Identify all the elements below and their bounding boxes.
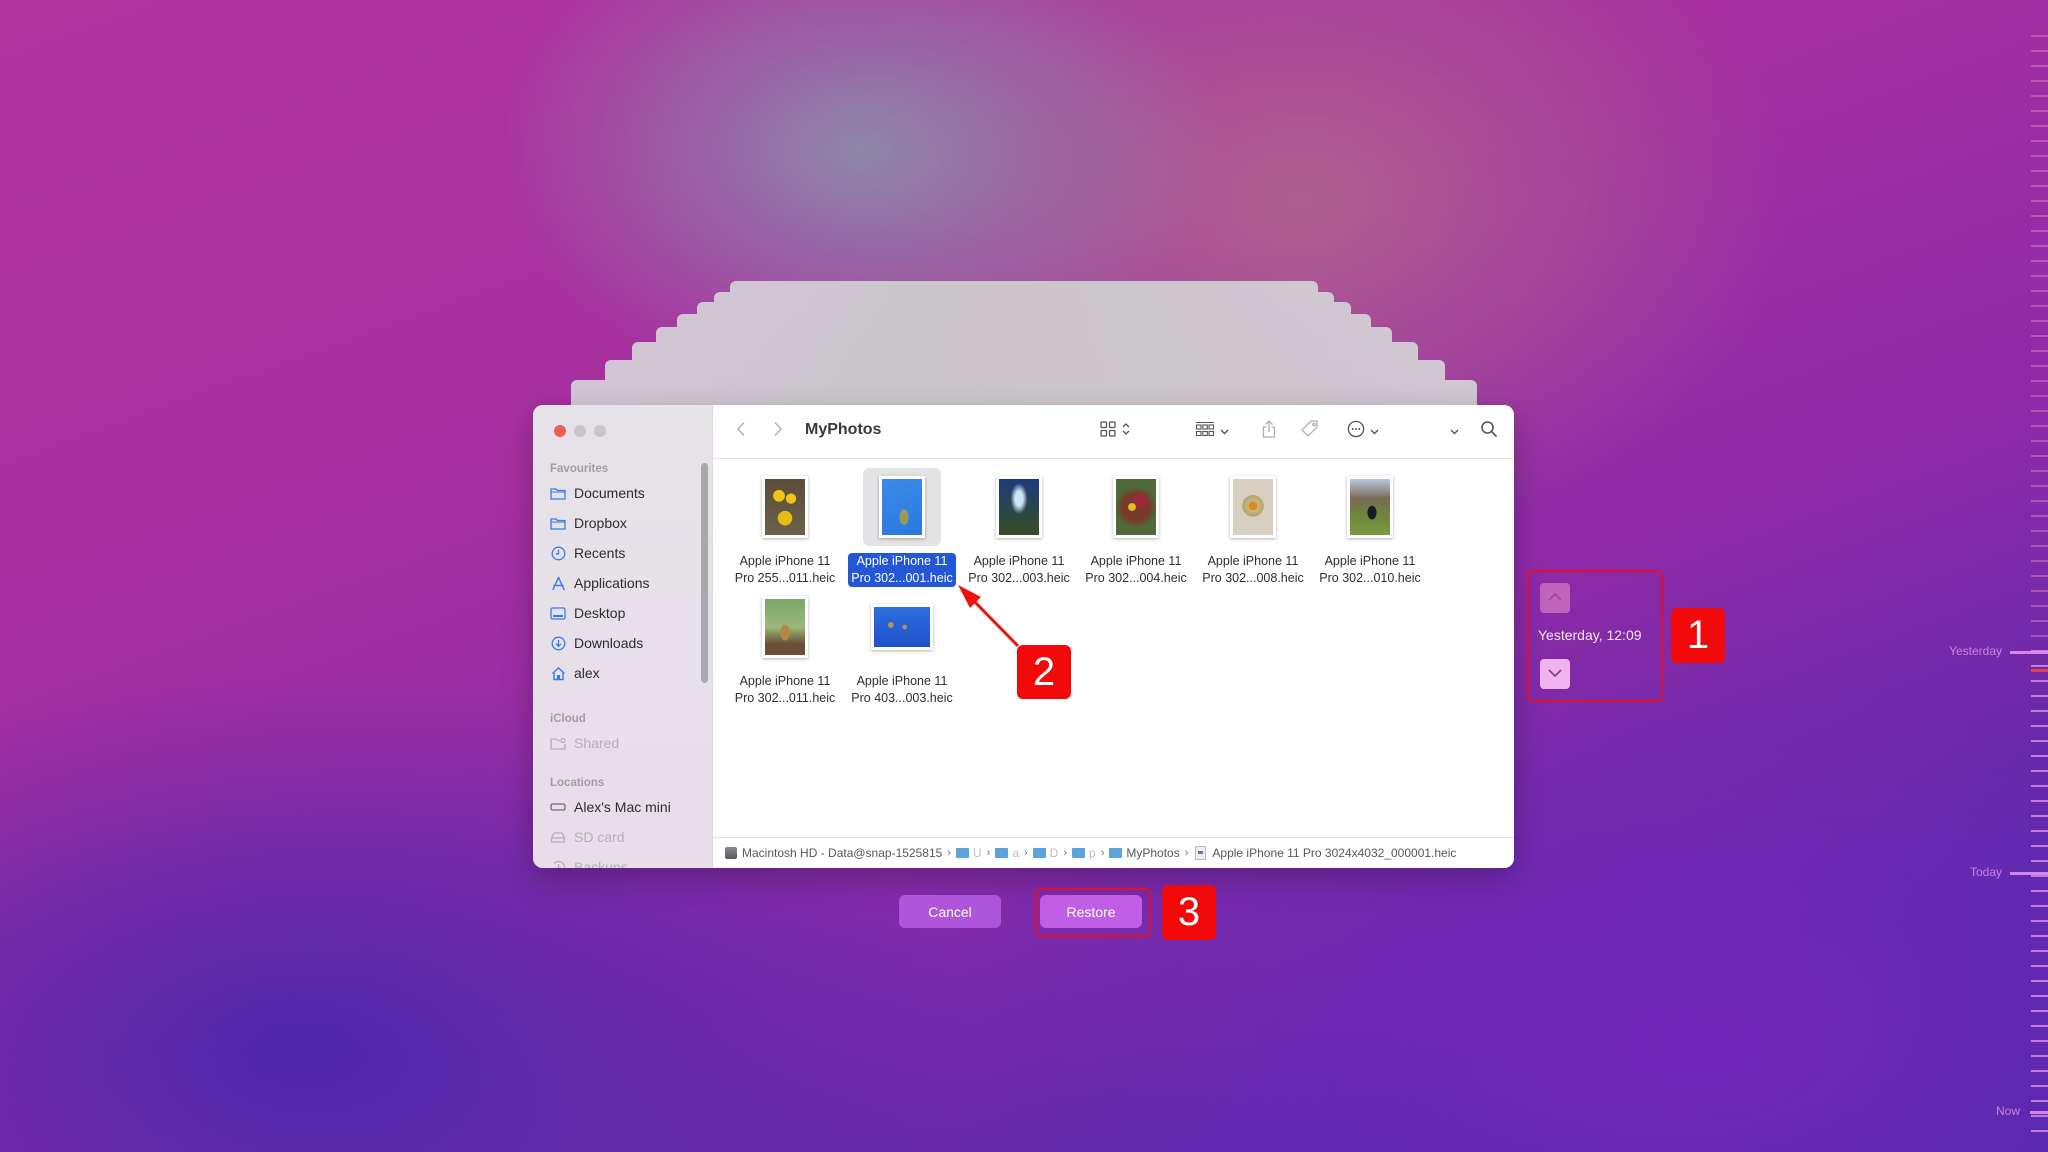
timeline[interactable]: Yesterday Today Now (1880, 0, 2048, 1152)
annotation-badge-1: 1 (1671, 608, 1725, 663)
timeline-tick[interactable] (2031, 710, 2048, 712)
snapshot-navigator: Yesterday, 12:09 (1528, 571, 1660, 699)
timeline-tick[interactable] (2031, 65, 2048, 67)
next-snapshot-button[interactable] (1540, 659, 1570, 689)
timeline-tick[interactable] (2031, 830, 2048, 832)
timeline-tick[interactable] (2031, 365, 2048, 367)
timeline-tick[interactable] (2031, 1100, 2048, 1102)
timeline-major-tick[interactable] (2010, 872, 2048, 875)
timeline-tick[interactable] (2031, 995, 2048, 997)
timeline-tick[interactable] (2031, 755, 2048, 757)
timeline-tick[interactable] (2031, 95, 2048, 97)
timeline-label-today[interactable]: Today (1970, 865, 2002, 879)
timeline-tick[interactable] (2031, 875, 2048, 877)
timeline-tick[interactable] (2031, 485, 2048, 487)
timeline-tick[interactable] (2031, 905, 2048, 907)
timeline-tick[interactable] (2031, 800, 2048, 802)
timeline-tick[interactable] (2031, 1115, 2048, 1117)
cancel-button[interactable]: Cancel (899, 895, 1001, 928)
timeline-tick[interactable] (2031, 785, 2048, 787)
timeline-major-tick[interactable] (2030, 1111, 2048, 1114)
timeline-tick[interactable] (2031, 1070, 2048, 1072)
restore-button[interactable]: Restore (1040, 895, 1142, 928)
timeline-tick[interactable] (2031, 230, 2048, 232)
timeline-tick[interactable] (2031, 125, 2048, 127)
timeline-tick[interactable] (2031, 500, 2048, 502)
timeline-label-now[interactable]: Now (1996, 1104, 2020, 1118)
timeline-tick[interactable] (2031, 545, 2048, 547)
timeline-tick[interactable] (2031, 395, 2048, 397)
timeline-tick[interactable] (2031, 410, 2048, 412)
timeline-tick[interactable] (2031, 140, 2048, 142)
timeline-tick[interactable] (2031, 635, 2048, 637)
timeline-tick[interactable] (2031, 110, 2048, 112)
chevron-up-icon (1547, 589, 1563, 607)
timeline-tick[interactable] (2031, 335, 2048, 337)
timeline-tick[interactable] (2031, 530, 2048, 532)
timeline-tick[interactable] (2031, 170, 2048, 172)
timeline-tick[interactable] (2031, 425, 2048, 427)
annotation-badge-2: 2 (1017, 645, 1071, 699)
timeline-tick[interactable] (2031, 1055, 2048, 1057)
timeline-tick[interactable] (2031, 305, 2048, 307)
timeline-tick[interactable] (2031, 695, 2048, 697)
timeline-tick[interactable] (2031, 605, 2048, 607)
timeline-tick[interactable] (2031, 890, 2048, 892)
timeline-tick[interactable] (2031, 275, 2048, 277)
timeline-tick[interactable] (2031, 290, 2048, 292)
timeline-tick[interactable] (2031, 35, 2048, 37)
timeline-tick[interactable] (2031, 320, 2048, 322)
timeline-tick[interactable] (2031, 80, 2048, 82)
timeline-tick[interactable] (2031, 1010, 2048, 1012)
annotation-arrow (958, 585, 1020, 648)
timeline-tick[interactable] (2031, 590, 2048, 592)
timeline-tick[interactable] (2031, 770, 2048, 772)
timeline-tick[interactable] (2031, 155, 2048, 157)
timeline-tick[interactable] (2031, 1025, 2048, 1027)
timeline-tick[interactable] (2031, 725, 2048, 727)
timeline-tick[interactable] (2031, 665, 2048, 667)
timeline-tick[interactable] (2031, 950, 2048, 952)
timeline-current-marker[interactable] (2031, 669, 2048, 672)
timeline-tick[interactable] (2031, 200, 2048, 202)
snapshot-date-label: Yesterday, 12:09 (1538, 627, 1642, 643)
timeline-tick[interactable] (2031, 1130, 2048, 1132)
timeline-tick[interactable] (2031, 620, 2048, 622)
timeline-tick[interactable] (2031, 440, 2048, 442)
timeline-tick[interactable] (2031, 845, 2048, 847)
timeline-tick[interactable] (2031, 1040, 2048, 1042)
timeline-tick[interactable] (2031, 1085, 2048, 1087)
timeline-tick[interactable] (2031, 860, 2048, 862)
timeline-major-tick[interactable] (2010, 651, 2048, 654)
timeline-tick[interactable] (2031, 380, 2048, 382)
timeline-tick[interactable] (2031, 515, 2048, 517)
timeline-tick[interactable] (2031, 560, 2048, 562)
timeline-tick[interactable] (2031, 680, 2048, 682)
annotation-badge-3: 3 (1162, 885, 1216, 940)
timeline-tick[interactable] (2031, 260, 2048, 262)
previous-snapshot-button[interactable] (1540, 583, 1570, 613)
timeline-tick[interactable] (2031, 935, 2048, 937)
timeline-tick[interactable] (2031, 455, 2048, 457)
timeline-tick[interactable] (2031, 980, 2048, 982)
timeline-tick[interactable] (2031, 575, 2048, 577)
timeline-label-yesterday[interactable]: Yesterday (1949, 644, 2002, 658)
chevron-down-icon (1547, 665, 1563, 683)
timeline-tick[interactable] (2031, 215, 2048, 217)
timeline-tick[interactable] (2031, 245, 2048, 247)
timeline-tick[interactable] (2031, 50, 2048, 52)
timeline-tick[interactable] (2031, 350, 2048, 352)
timeline-tick[interactable] (2031, 185, 2048, 187)
timeline-tick[interactable] (2031, 470, 2048, 472)
timeline-tick[interactable] (2031, 920, 2048, 922)
timeline-tick[interactable] (2031, 815, 2048, 817)
timeline-tick[interactable] (2031, 965, 2048, 967)
timeline-tick[interactable] (2031, 740, 2048, 742)
